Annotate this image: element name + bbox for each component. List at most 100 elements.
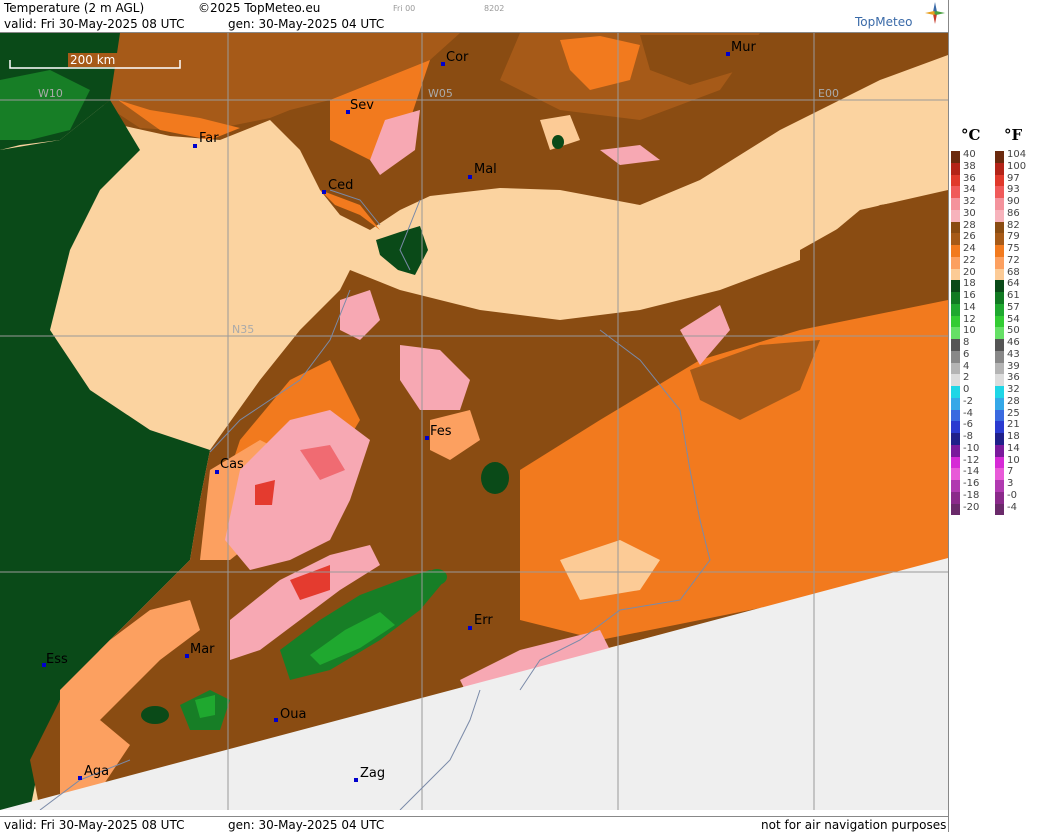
legend-label-celsius: -20 xyxy=(963,501,980,513)
legend-swatch-f xyxy=(995,221,1004,234)
footer-valid-time: valid: Fri 30-May-2025 08 UTC xyxy=(4,818,185,832)
legend-label-fahrenheit: 64 xyxy=(1007,278,1020,290)
legend-label-fahrenheit: 10 xyxy=(1007,454,1020,466)
city-marrakech[interactable]: Mar xyxy=(190,642,215,657)
legend-label-celsius: -8 xyxy=(963,431,973,442)
legend-label-celsius: 10 xyxy=(963,325,976,337)
valid-time: valid: Fri 30-May-2025 08 UTC xyxy=(4,17,185,31)
legend-swatch-c xyxy=(951,421,960,433)
legend-label-fahrenheit: 79 xyxy=(1007,231,1020,243)
city-malaga[interactable]: Mal xyxy=(474,162,497,177)
legend-label-fahrenheit: 86 xyxy=(1007,207,1020,219)
generated-time: gen: 30-May-2025 04 UTC xyxy=(228,17,385,31)
legend-label-fahrenheit: 104 xyxy=(1007,149,1027,160)
city-fes[interactable]: Fes xyxy=(430,424,452,439)
legend-swatch-c xyxy=(951,280,960,292)
legend-label-celsius: 20 xyxy=(963,266,976,278)
legend-swatch-c xyxy=(951,162,960,175)
legend-swatch-f xyxy=(995,209,1004,222)
legend-label-celsius: 26 xyxy=(963,231,976,243)
legend-swatch-c xyxy=(951,386,960,398)
city-sevilla[interactable]: Sev xyxy=(350,98,374,113)
city-errachidia[interactable]: Err xyxy=(474,613,493,628)
city-zagora[interactable]: Zag xyxy=(360,766,385,781)
legend-swatch-c xyxy=(951,456,960,469)
legend-label-celsius: 4 xyxy=(963,360,970,372)
legend-unit-celsius: °C xyxy=(961,126,981,144)
legend-swatch-f xyxy=(995,268,1004,281)
footer-generated-time: gen: 30-May-2025 04 UTC xyxy=(228,818,385,832)
run-code: 8202 xyxy=(484,4,505,13)
legend-swatch-f xyxy=(995,315,1004,328)
legend-label-celsius: 6 xyxy=(963,348,970,360)
legend-swatch-f xyxy=(995,350,1004,363)
legend-label-fahrenheit: 14 xyxy=(1007,442,1020,454)
footer-bar: valid: Fri 30-May-2025 08 UTC gen: 30-Ma… xyxy=(0,816,948,833)
legend-label-celsius: 12 xyxy=(963,313,976,325)
grid-label-w10: W10 xyxy=(38,87,63,100)
legend-label-celsius: -6 xyxy=(963,419,973,431)
city-cadiz[interactable]: Ced xyxy=(328,178,353,193)
legend-swatch-f xyxy=(995,491,1004,504)
legend-label-fahrenheit: 50 xyxy=(1007,325,1020,337)
legend-label-fahrenheit: 18 xyxy=(1007,431,1020,442)
legend-label-celsius: -10 xyxy=(963,442,980,454)
city-murcia[interactable]: Mur xyxy=(731,40,756,55)
legend-label-fahrenheit: 82 xyxy=(1007,219,1020,231)
map-title: Temperature (2 m AGL) xyxy=(4,1,145,15)
legend-swatch-f xyxy=(995,292,1004,304)
legend-swatch-c xyxy=(951,444,960,457)
legend-label-celsius: 22 xyxy=(963,254,976,266)
legend-label-fahrenheit: 46 xyxy=(1007,337,1020,348)
legend-swatch-f xyxy=(995,339,1004,351)
legend-swatch-f xyxy=(995,374,1004,386)
copyright: ©2025 TopMeteo.eu xyxy=(198,1,321,15)
legend-label-fahrenheit: 90 xyxy=(1007,196,1020,207)
legend-label-celsius: -14 xyxy=(963,466,980,478)
legend-label-celsius: 28 xyxy=(963,219,976,231)
legend-swatch-f xyxy=(995,421,1004,433)
legend-swatch-c xyxy=(951,339,960,351)
legend-swatch-f xyxy=(995,456,1004,469)
legend-swatch-c xyxy=(951,245,960,257)
legend-swatch-c xyxy=(951,221,960,234)
legend-label-celsius: 36 xyxy=(963,172,976,184)
legend-label-fahrenheit: 43 xyxy=(1007,348,1020,360)
legend-swatch-c xyxy=(951,503,960,516)
legend-swatch-f xyxy=(995,256,1004,269)
scale-label: 200 km xyxy=(70,53,115,67)
temperature-legend: °C °F 40 104 38 100 36 97 34 93 32 90 30 86 28 82 26 79… xyxy=(948,0,1039,832)
city-ouarzazate[interactable]: Oua xyxy=(280,707,306,722)
legend-swatch-c xyxy=(951,327,960,339)
legend-label-celsius: 0 xyxy=(963,384,970,395)
legend-swatch-c xyxy=(951,186,960,198)
legend-swatch-c xyxy=(951,209,960,222)
city-faro[interactable]: Far xyxy=(199,131,219,146)
city-casablanca[interactable]: Cas xyxy=(220,457,244,472)
legend-label-celsius: 2 xyxy=(963,372,970,384)
city-essaouira[interactable]: Ess xyxy=(46,652,68,667)
legend-label-fahrenheit: 68 xyxy=(1007,266,1020,278)
legend-label-celsius: 18 xyxy=(963,278,976,290)
legend-label-celsius: 40 xyxy=(963,149,976,160)
legend-swatch-f xyxy=(995,433,1004,445)
legend-swatch-f xyxy=(995,362,1004,375)
grid-label-w05: W05 xyxy=(428,87,453,100)
legend-swatch-c xyxy=(951,491,960,504)
legend-label-fahrenheit: 75 xyxy=(1007,243,1020,254)
legend-label-celsius: -4 xyxy=(963,407,973,419)
legend-label-fahrenheit: 57 xyxy=(1007,301,1020,313)
legend-swatch-c xyxy=(951,374,960,386)
temperature-map[interactable]: 200 km W10 W05 E00 N35 Cor Mur Sev Far M… xyxy=(0,33,948,810)
compass-logo-icon xyxy=(925,2,945,24)
legend-label-fahrenheit: 36 xyxy=(1007,372,1020,384)
legend-label-fahrenheit: 32 xyxy=(1007,384,1020,395)
legend-label-celsius: 8 xyxy=(963,337,970,348)
legend-unit-fahrenheit: °F xyxy=(1004,126,1023,144)
city-agadir[interactable]: Aga xyxy=(84,764,109,779)
legend-label-celsius: 32 xyxy=(963,196,976,207)
legend-swatch-f xyxy=(995,245,1004,257)
legend-label-fahrenheit: 54 xyxy=(1007,313,1020,325)
grid-label-n35: N35 xyxy=(232,323,254,336)
city-cordoba[interactable]: Cor xyxy=(446,50,469,65)
